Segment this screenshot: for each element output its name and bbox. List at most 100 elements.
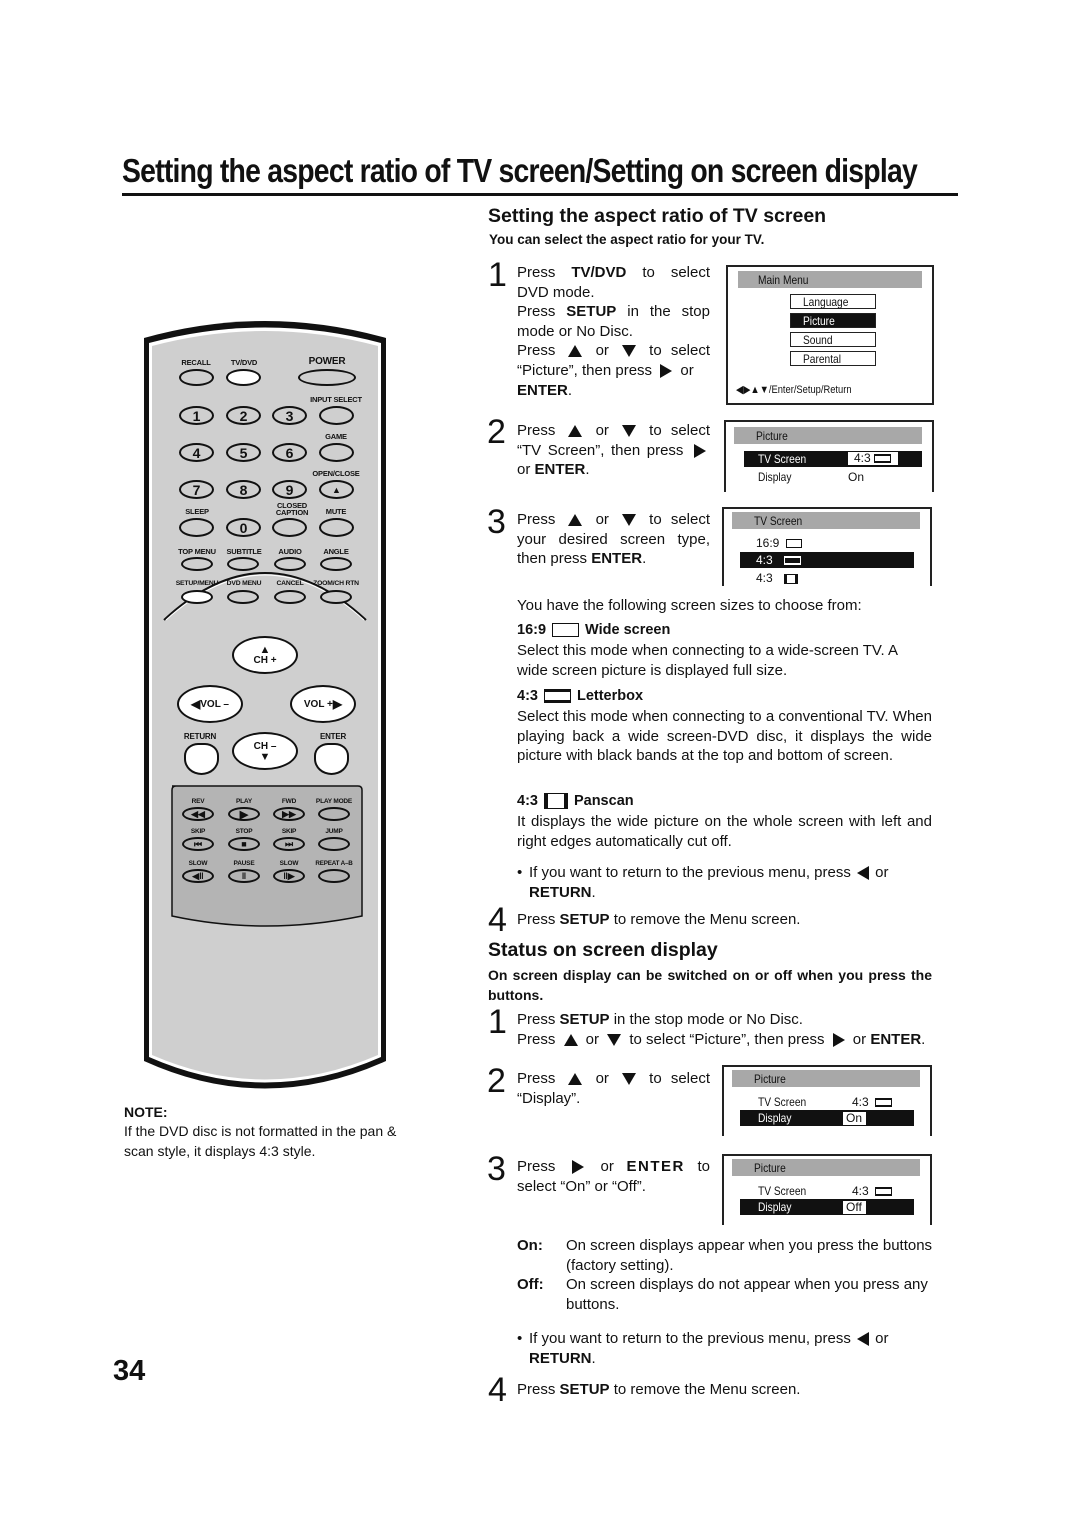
digit-3-button[interactable]: 3 bbox=[272, 406, 307, 425]
play-button[interactable]: ▶ bbox=[228, 807, 260, 821]
open-close-button[interactable]: ▲ bbox=[319, 480, 354, 499]
play-mode-button[interactable] bbox=[318, 807, 350, 821]
enter-key: ENTER bbox=[534, 461, 586, 479]
left-arrow-icon bbox=[857, 866, 870, 881]
open-close-label: OPEN/CLOSE bbox=[312, 469, 360, 478]
jump-button[interactable] bbox=[318, 837, 350, 851]
osd-option-169[interactable]: 16:9 bbox=[756, 536, 802, 550]
aspect-subheading: You can select the aspect ratio for your… bbox=[489, 232, 765, 247]
setup-key: SETUP bbox=[559, 911, 610, 928]
play-label: PLAY bbox=[236, 798, 252, 805]
t: to select “Picture”, then press bbox=[625, 1030, 829, 1048]
ch-plus-button[interactable]: ▲ CH + bbox=[232, 636, 298, 674]
slow-fwd-button[interactable]: ‖▶ bbox=[273, 869, 305, 883]
zoom-ch-rtn-button[interactable] bbox=[320, 590, 352, 604]
letterbox-icon bbox=[875, 1098, 893, 1108]
ch-minus-button[interactable]: CH – ▼ bbox=[232, 732, 298, 770]
top-menu-button[interactable] bbox=[181, 557, 213, 571]
digit-4-button[interactable]: 4 bbox=[179, 443, 214, 462]
game-button[interactable] bbox=[319, 443, 354, 462]
enter-key: ENTER bbox=[591, 550, 643, 568]
status-definitions: On: On screen displays appear when you p… bbox=[517, 1236, 937, 1314]
tvdvd-button[interactable] bbox=[226, 369, 261, 386]
skip-fwd-button[interactable]: ⏭ bbox=[273, 837, 305, 851]
panscan-icon bbox=[784, 573, 799, 584]
input-select-button[interactable] bbox=[319, 406, 354, 425]
def-off-text: On screen displays do not appear when yo… bbox=[566, 1276, 928, 1313]
t: . bbox=[567, 381, 573, 399]
vol-minus-button[interactable]: ◀ VOL – bbox=[177, 685, 243, 723]
widescreen-icon bbox=[552, 623, 580, 638]
aspect-step2-number: 2 bbox=[487, 413, 506, 451]
skip-back-button[interactable]: ⏮ bbox=[182, 837, 214, 851]
ratio: 4:3 bbox=[517, 793, 538, 809]
vol-plus-button[interactable]: VOL + ▶ bbox=[290, 685, 356, 723]
osd-option-43-panscan[interactable]: 4:3 bbox=[756, 571, 799, 585]
right-arrow-icon: ▶ bbox=[332, 697, 343, 711]
fwd-button[interactable]: ▶▶ bbox=[273, 807, 305, 821]
digit-8-button[interactable]: 8 bbox=[226, 480, 261, 499]
rev-button[interactable]: ◀◀ bbox=[182, 807, 214, 821]
recall-button[interactable] bbox=[179, 369, 214, 386]
digit-2-button[interactable]: 2 bbox=[226, 406, 261, 425]
size-letterbox-text: Select this mode when connecting to a co… bbox=[517, 708, 932, 765]
aspect-heading: Setting the aspect ratio of TV screen bbox=[488, 205, 827, 227]
t: or bbox=[581, 1030, 604, 1048]
power-button[interactable] bbox=[298, 369, 356, 386]
t: or bbox=[676, 361, 694, 379]
osd-off-tvscreen-value: 4:3 bbox=[852, 1184, 893, 1198]
digit-7-button[interactable]: 7 bbox=[179, 480, 214, 499]
ratio: 16:9 bbox=[517, 622, 547, 638]
mute-button[interactable] bbox=[319, 518, 354, 537]
osd-menu-language[interactable]: Language bbox=[790, 294, 876, 309]
stop-button[interactable]: ■ bbox=[228, 837, 260, 851]
digit-5-button[interactable]: 5 bbox=[226, 443, 261, 462]
letterbox-icon bbox=[875, 1187, 893, 1197]
l: Picture bbox=[803, 314, 835, 328]
osd-menu-parental[interactable]: Parental bbox=[790, 351, 876, 366]
setup-key: SETUP bbox=[566, 303, 617, 321]
slow-back-button[interactable]: ◀‖ bbox=[182, 869, 214, 883]
osd-tvscreen-label: TV Screen bbox=[758, 452, 807, 466]
down-arrow-icon bbox=[622, 1073, 637, 1086]
audio-button[interactable] bbox=[274, 557, 306, 571]
digit-0-button[interactable]: 0 bbox=[226, 518, 261, 537]
audio-label: AUDIO bbox=[278, 547, 302, 556]
sleep-button[interactable] bbox=[179, 518, 214, 537]
digit-6-button[interactable]: 6 bbox=[272, 443, 307, 462]
ch-minus-label: CH – bbox=[253, 740, 277, 752]
osd-picture-header: Picture bbox=[756, 429, 788, 443]
dvd-menu-button[interactable] bbox=[227, 590, 259, 604]
note-text: If the DVD disc is not formatted in the … bbox=[124, 1123, 397, 1159]
sleep-label: SLEEP bbox=[185, 507, 209, 516]
pause-button[interactable]: ‖ bbox=[228, 869, 260, 883]
down-arrow-icon: ▼ bbox=[259, 750, 271, 763]
subtitle-button[interactable] bbox=[227, 557, 259, 571]
setup-menu-button[interactable] bbox=[181, 590, 213, 604]
osd-display-label: Display bbox=[758, 470, 792, 484]
return-key: RETURN bbox=[529, 1349, 592, 1367]
setup-menu-label: SETUP/MENU bbox=[175, 580, 219, 587]
t: . bbox=[585, 461, 590, 479]
osd-menu-sound[interactable]: Sound bbox=[790, 332, 876, 347]
sizes-intro: You have the following screen sizes to c… bbox=[517, 597, 862, 614]
digit-9-button[interactable]: 9 bbox=[272, 480, 307, 499]
skip-back-label: SKIP bbox=[190, 828, 206, 835]
angle-button[interactable] bbox=[320, 557, 352, 571]
digit-1-button[interactable]: 1 bbox=[179, 406, 214, 425]
v: 16:9 bbox=[756, 536, 780, 550]
aspect-step4-text: Press SETUP to remove the Menu screen. bbox=[517, 910, 800, 930]
repeat-ab-button[interactable] bbox=[318, 869, 350, 883]
ratio: 4:3 bbox=[517, 688, 538, 704]
down-arrow-icon bbox=[622, 425, 637, 438]
closed-caption-button[interactable] bbox=[272, 518, 307, 537]
down-arrow-icon bbox=[622, 345, 637, 358]
return-button[interactable] bbox=[184, 743, 219, 775]
osd-main-footer: ◀▶▲▼/Enter/Setup/Return bbox=[736, 384, 852, 396]
slow-fwd-label: SLOW bbox=[279, 860, 299, 867]
osd-menu-picture[interactable]: Picture bbox=[790, 313, 876, 328]
t: If you want to return to the previous me… bbox=[529, 1330, 856, 1347]
enter-button[interactable] bbox=[314, 743, 349, 775]
osd-off-display-value: Off bbox=[843, 1201, 866, 1214]
cancel-button[interactable] bbox=[274, 590, 306, 604]
